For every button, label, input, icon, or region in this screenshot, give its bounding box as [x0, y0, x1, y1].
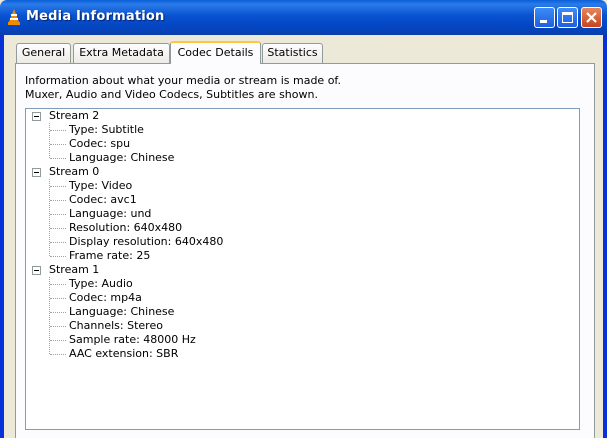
close-button[interactable]: [581, 7, 602, 28]
stream-property: Language: Chinese: [69, 305, 175, 318]
codec-details-panel: Information about what your media or str…: [15, 63, 595, 438]
panel-description: Information about what your media or str…: [25, 74, 341, 102]
tree-line: [50, 228, 66, 229]
tree-line: [50, 298, 66, 299]
stream-property: Type: Video: [69, 179, 133, 192]
tree-line: [50, 242, 66, 243]
maximize-button[interactable]: [557, 7, 578, 28]
minimize-button[interactable]: [534, 7, 555, 28]
stream-property: Channels: Stereo: [69, 319, 163, 332]
tree-line: [49, 123, 50, 158]
stream-property: AAC extension: SBR: [69, 347, 179, 360]
stream-property: Resolution: 640x480: [69, 221, 183, 234]
tree-line: [50, 144, 66, 145]
tree-collapse-icon[interactable]: [32, 112, 41, 121]
tab-general[interactable]: General: [16, 43, 71, 63]
stream-property: Type: Subtitle: [69, 123, 144, 136]
tree-line: [50, 130, 66, 131]
tree-line: [50, 186, 66, 187]
window-frame-left: [0, 35, 4, 438]
tree-line: [50, 256, 66, 257]
window-frame-right: [603, 35, 607, 438]
tree-line: [50, 354, 66, 355]
codec-tree[interactable]: Stream 2 Type: Subtitle Codec: spu Langu…: [25, 108, 580, 430]
stream-property: Display resolution: 640x480: [69, 235, 224, 248]
tree-line: [50, 214, 66, 215]
tree-line: [49, 179, 50, 256]
stream-property: Codec: spu: [69, 137, 131, 150]
stream-property: Sample rate: 48000 Hz: [69, 333, 196, 346]
tree-line: [50, 200, 66, 201]
close-icon: [586, 12, 597, 23]
stream-property: Language: Chinese: [69, 151, 175, 164]
tree-line: [50, 158, 66, 159]
tree-line: [50, 326, 66, 327]
minimize-icon: [540, 20, 547, 23]
description-line-2: Muxer, Audio and Video Codecs, Subtitles…: [25, 88, 318, 101]
tree-line: [49, 277, 50, 354]
stream-property: Frame rate: 25: [69, 249, 151, 262]
stream-property: Type: Audio: [69, 277, 133, 290]
tab-extra-metadata[interactable]: Extra Metadata: [73, 43, 170, 63]
stream-property: Codec: mp4a: [69, 291, 142, 304]
tab-codec-details[interactable]: Codec Details: [170, 41, 261, 64]
stream-property: Language: und: [69, 207, 152, 220]
stream-node[interactable]: Stream 0: [49, 165, 99, 179]
description-line-1: Information about what your media or str…: [25, 74, 341, 87]
maximize-icon: [562, 12, 573, 23]
tab-statistics[interactable]: Statistics: [262, 43, 323, 63]
stream-property: Codec: avc1: [69, 193, 137, 206]
vlc-cone-icon: [8, 9, 20, 25]
stream-node[interactable]: Stream 2: [49, 109, 99, 123]
tree-collapse-icon[interactable]: [32, 266, 41, 275]
tree-line: [50, 340, 66, 341]
window-title: Media Information: [26, 9, 165, 24]
tree-line: [50, 312, 66, 313]
tree-line: [50, 284, 66, 285]
tree-collapse-icon[interactable]: [32, 168, 41, 177]
stream-node[interactable]: Stream 1: [49, 263, 99, 277]
title-bar[interactable]: Media Information: [0, 0, 607, 35]
